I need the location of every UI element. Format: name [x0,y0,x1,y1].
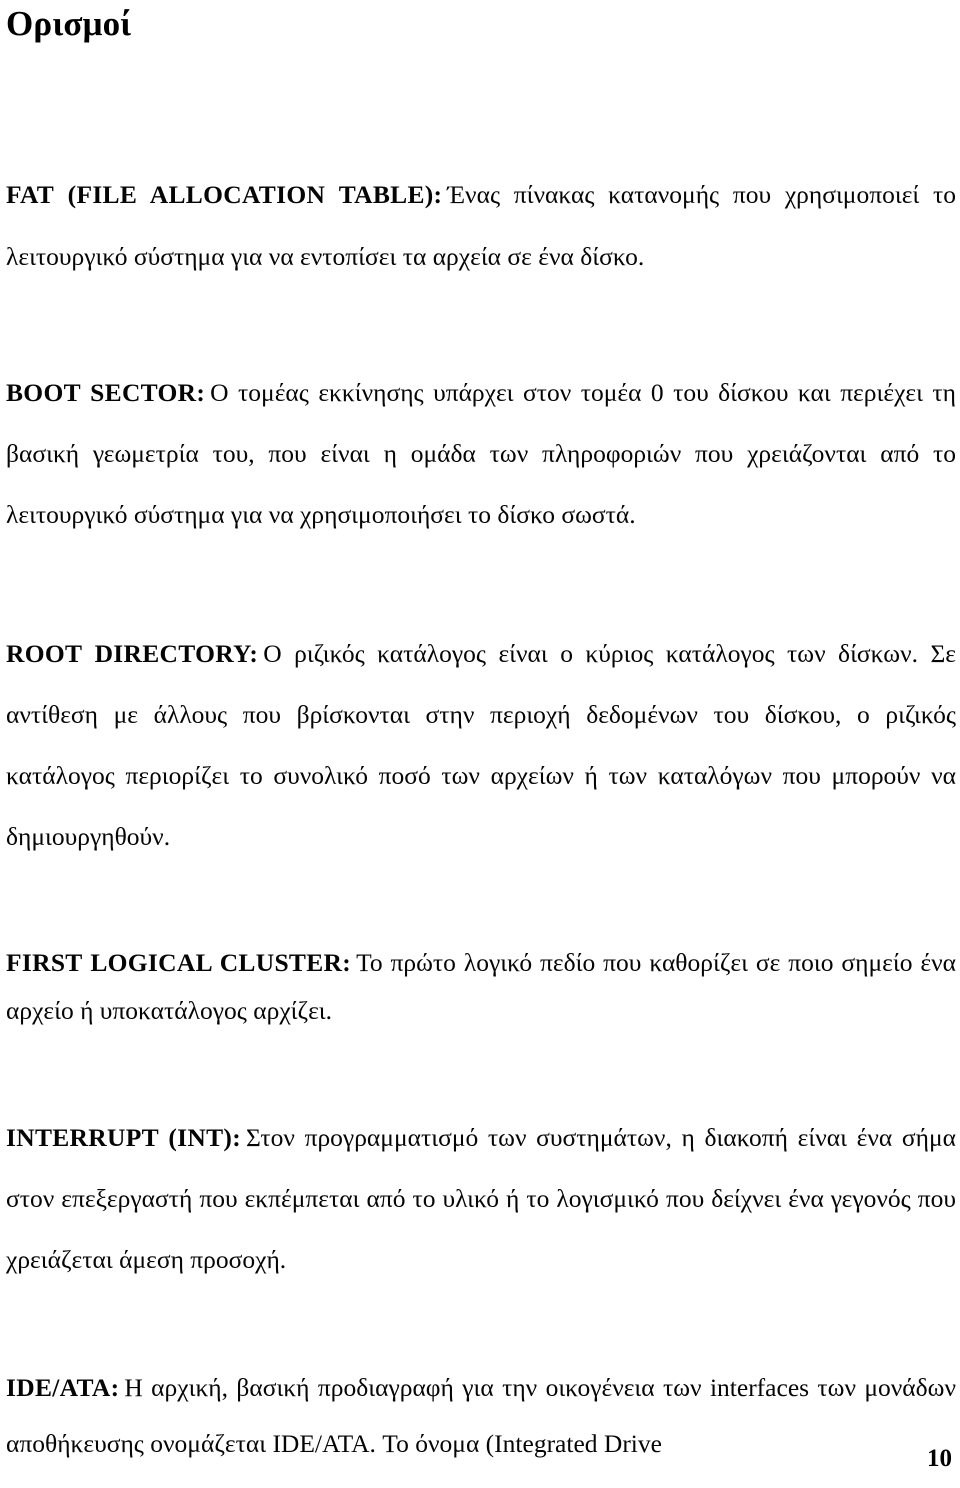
definition-term-first-logical-cluster: FIRST LOGICAL CLUSTER: [6,948,352,977]
definition-term-interrupt: INTERRUPT (INT): [6,1123,242,1152]
spacer-boot-root [6,545,956,623]
definition-first-logical-cluster: FIRST LOGICAL CLUSTER: Το πρώτο λογικό πε… [6,939,956,1035]
document-page: Ορισμοί FAT (FILE ALLOCATION TABLE): Ένας… [0,0,960,1488]
definition-interrupt: INTERRUPT (INT): Στον προγραμματισμό των … [6,1107,956,1290]
spacer-root-flc [6,867,956,939]
definition-ide-ata: IDE/ATA: Η αρχική, βασική προδιαγραφή για… [6,1360,956,1472]
definition-term-fat: FAT (FILE ALLOCATION TABLE): [6,180,443,209]
definition-term-ide-ata: IDE/ATA: [6,1373,120,1402]
definition-boot-sector: BOOT SECTOR: Ο τομέας εκκίνησης υπάρχει σ… [6,362,956,545]
definition-body-ide-ata: Η αρχική, βασική προδιαγραφή για την οικ… [6,1373,956,1458]
page-number: 10 [927,1445,952,1472]
definition-body-root-directory: Ο ριζικός κατάλογος είναι ο κύριος κατάλ… [6,639,956,851]
definition-term-boot-sector: BOOT SECTOR: [6,378,206,407]
definition-fat: FAT (FILE ALLOCATION TABLE): Ένας πίνακας… [6,164,956,288]
definition-term-root-directory: ROOT DIRECTORY: [6,639,259,668]
spacer-interrupt-ide [6,1290,956,1360]
spacer-fat-boot [6,288,956,362]
definition-root-directory: ROOT DIRECTORY: Ο ριζικός κατάλογος είναι… [6,623,956,867]
page-title: Ορισμοί [6,4,132,43]
spacer-flc-interrupt [6,1035,956,1107]
page-content: Ορισμοί FAT (FILE ALLOCATION TABLE): Ένας… [6,0,956,1472]
spacer-title-fat [6,46,956,164]
